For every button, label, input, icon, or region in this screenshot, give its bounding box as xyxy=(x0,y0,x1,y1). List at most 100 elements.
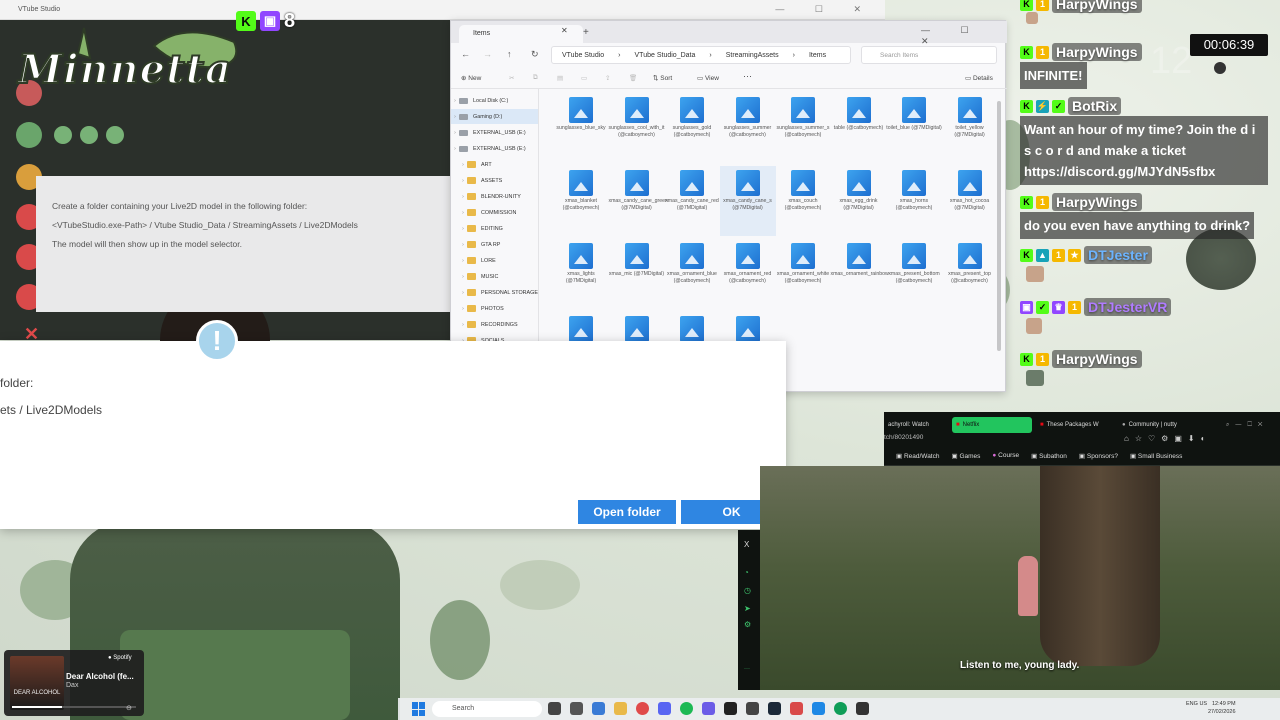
refresh-icon[interactable]: ↻ xyxy=(531,49,539,60)
spotify-minimize-icon[interactable]: ⊖ xyxy=(126,704,132,712)
taskbar-search[interactable]: Search xyxy=(432,701,542,717)
file-item[interactable]: table (@catboymech) xyxy=(831,93,887,163)
file-item[interactable]: xmas_ornament_red (@catboymech) xyxy=(720,239,776,309)
file-item[interactable]: toilet_yellow (@7MDigital) xyxy=(942,93,998,163)
file-item[interactable]: xmas_blanket (@catboymech) xyxy=(553,166,609,236)
breadcrumb-item[interactable]: VTube Studio_Data xyxy=(635,52,696,59)
send-icon[interactable]: ➤ xyxy=(744,604,751,613)
windows-start-icon[interactable] xyxy=(412,702,426,716)
file-item[interactable]: xmas_candy_cane_s (@7MDigital) xyxy=(719,166,776,236)
app-icon[interactable] xyxy=(856,702,869,715)
vts-puzzle-icon[interactable] xyxy=(80,126,98,144)
chevron-right-icon[interactable]: › xyxy=(451,114,459,120)
app-icon[interactable] xyxy=(724,702,737,715)
app-icon[interactable] xyxy=(746,702,759,715)
chevron-right-icon[interactable]: › xyxy=(459,226,467,232)
app-icon[interactable] xyxy=(812,702,825,715)
app-icon[interactable] xyxy=(592,702,605,715)
vts-flower-icon[interactable] xyxy=(106,126,124,144)
sidebar-item[interactable]: › BLENDR-UNITY xyxy=(451,189,538,204)
sidebar-item[interactable]: › EDITING xyxy=(451,221,538,236)
vts-image-icon[interactable] xyxy=(16,122,42,148)
chevron-right-icon[interactable]: › xyxy=(459,194,467,200)
new-button[interactable]: ⊕ New xyxy=(461,74,481,82)
file-item[interactable]: xmas_present_top (@catboymech) xyxy=(942,239,998,309)
sidebar-item[interactable]: › ART xyxy=(451,157,538,172)
chevron-right-icon[interactable]: › xyxy=(451,130,459,136)
file-item[interactable]: sunglasses_summer (@catboymech) xyxy=(720,93,776,163)
browser-toolbar-icons[interactable]: ⌂☆♡⚙▣⬇◐ xyxy=(1124,434,1211,443)
file-item[interactable]: toilet_blue (@7MDigital) xyxy=(886,93,942,163)
discord-icon[interactable] xyxy=(658,702,671,715)
file-item[interactable]: sunglasses_gold (@catboymech) xyxy=(664,93,720,163)
breadcrumb-item[interactable]: VTube Studio xyxy=(562,52,604,59)
tab-netflix[interactable]: ■ Netflix xyxy=(952,417,1032,433)
copy-icon[interactable]: ⧉ xyxy=(533,74,538,82)
file-item[interactable]: sunglasses_blue_sky xyxy=(553,93,609,163)
sidebar-item[interactable]: › ASSETS xyxy=(451,173,538,188)
chevron-right-icon[interactable]: › xyxy=(459,210,467,216)
up-icon[interactable]: ↑ xyxy=(507,49,512,59)
more-icon[interactable]: ··· xyxy=(744,666,750,672)
chevron-right-icon[interactable]: › xyxy=(459,178,467,184)
file-item[interactable]: xmas_horns (@catboymech) xyxy=(886,166,942,236)
steam-icon[interactable] xyxy=(768,702,781,715)
file-item[interactable]: xmas_candy_cane_red (@7MDigital) xyxy=(664,166,720,236)
more-icon[interactable]: ··· xyxy=(743,71,752,81)
file-item[interactable]: xmas_lights (@7MDigital) xyxy=(553,239,609,309)
whatsapp-icon[interactable]: ◔ xyxy=(744,568,749,577)
address-bar[interactable]: tch/80201490 xyxy=(884,434,923,441)
chevron-right-icon[interactable]: › xyxy=(451,98,459,104)
breadcrumb[interactable]: VTube Studio › VTube Studio_Data › Streami… xyxy=(551,46,851,64)
app-icon[interactable] xyxy=(790,702,803,715)
forward-icon[interactable]: → xyxy=(483,49,492,59)
bookmark-item[interactable]: ▣ Sponsors? xyxy=(1079,452,1118,460)
x-icon[interactable]: X xyxy=(744,540,749,549)
breadcrumb-item[interactable]: Items xyxy=(809,52,826,59)
pause-icon[interactable] xyxy=(1214,62,1226,74)
file-item[interactable]: xmas_couch (@catboymech) xyxy=(775,166,831,236)
file-item[interactable]: xmas_egg_drink (@7MDigital) xyxy=(831,166,887,236)
back-icon[interactable]: ← xyxy=(461,49,470,59)
vts-star-icon[interactable] xyxy=(54,126,72,144)
sidebar-item[interactable]: › MUSIC xyxy=(451,269,538,284)
grid-scrollbar[interactable] xyxy=(997,101,1001,351)
sidebar-item[interactable]: › PERSONAL STORAGE xyxy=(451,285,538,300)
paste-icon[interactable]: ▤ xyxy=(557,74,563,82)
delete-icon[interactable]: 🗑 xyxy=(629,74,637,82)
bookmark-item[interactable]: ▣ Subathon xyxy=(1031,452,1067,460)
new-tab-button[interactable]: + xyxy=(583,27,589,38)
chevron-right-icon[interactable]: › xyxy=(459,242,467,248)
vts-window-controls[interactable]: — ☐ ✕ xyxy=(775,4,875,15)
app-icon[interactable] xyxy=(570,702,583,715)
details-button[interactable]: ▭ Details xyxy=(965,74,993,82)
sort-button[interactable]: ⇅ Sort xyxy=(653,74,672,82)
language-indicator[interactable]: ENG US xyxy=(1186,700,1207,708)
search-input[interactable]: Search Items xyxy=(861,46,997,64)
file-item[interactable]: xmas_present_bottom (@catboymech) xyxy=(886,239,942,309)
file-item[interactable]: xmas_ornament_rainbow xyxy=(831,239,889,309)
sidebar-item[interactable]: › Local Disk (C:) xyxy=(451,93,538,108)
bookmark-item[interactable]: ▣ Small Business xyxy=(1130,452,1182,460)
spotify-icon[interactable] xyxy=(680,702,693,715)
chevron-right-icon[interactable]: › xyxy=(459,162,467,168)
file-item[interactable]: xmas_mic (@7MDigital) xyxy=(609,239,665,309)
file-item[interactable]: xmas_ornament_blue (@catboymech) xyxy=(664,239,720,309)
bookmark-item[interactable]: ▣ Games xyxy=(951,452,980,460)
sidebar-item[interactable]: › EXTERNAL_USB (E:) xyxy=(451,125,538,140)
chevron-right-icon[interactable]: › xyxy=(459,306,467,312)
tab-community[interactable]: ● Community | nutty xyxy=(1118,417,1202,433)
task-view-icon[interactable] xyxy=(548,702,561,715)
chevron-right-icon[interactable]: › xyxy=(459,290,467,296)
sidebar-item[interactable]: › RECORDINGS xyxy=(451,317,538,332)
sidebar-item[interactable]: › LORE xyxy=(451,253,538,268)
opera-icon[interactable] xyxy=(636,702,649,715)
tab-packages[interactable]: ■ These Packages W xyxy=(1036,417,1116,433)
file-item[interactable]: xmas_hot_cocoa (@7MDigital) xyxy=(942,166,998,236)
sidebar-item[interactable]: › Gaming (D:) xyxy=(451,109,538,124)
file-item[interactable]: sunglasses_cool_with_it (@catboymech) xyxy=(609,93,665,163)
chevron-right-icon[interactable]: › xyxy=(459,258,467,264)
settings-icon[interactable]: ⚙ xyxy=(744,620,751,629)
bookmark-item[interactable]: ▣ Read/Watch xyxy=(896,452,939,460)
file-item[interactable]: xmas_ornament_white (@catboymech) xyxy=(775,239,831,309)
